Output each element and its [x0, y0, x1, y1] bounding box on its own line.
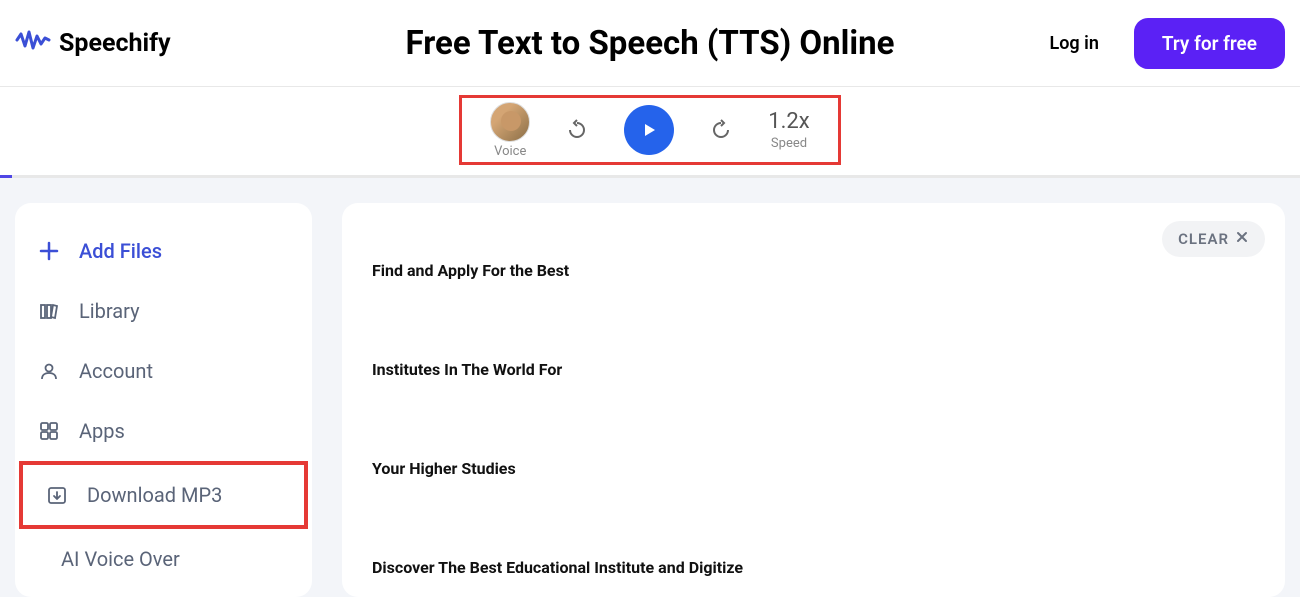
- sidebar-item-label: Library: [79, 299, 140, 323]
- blank-icon: [37, 547, 61, 571]
- speechify-wave-icon: [15, 28, 51, 59]
- clear-button[interactable]: CLEAR: [1162, 221, 1265, 257]
- text-content[interactable]: Find and Apply For the Best Institutes I…: [372, 221, 1255, 577]
- progress-fill: [0, 175, 12, 178]
- sidebar-item-label: Add Files: [79, 239, 162, 263]
- forward-button[interactable]: [706, 115, 736, 145]
- sidebar-item-label: Apps: [79, 419, 125, 443]
- sidebar-item-label: Download MP3: [87, 483, 222, 507]
- player-bar: Voice 1.2x Speed: [0, 87, 1300, 175]
- speed-value: 1.2x: [768, 109, 809, 134]
- text-line: Find and Apply For the Best: [372, 261, 1255, 280]
- rewind-button[interactable]: [562, 115, 592, 145]
- login-link[interactable]: Log in: [1050, 33, 1099, 54]
- speed-label: Speed: [771, 136, 807, 151]
- content-area: Add Files Library Account Apps Download …: [0, 178, 1300, 597]
- sidebar-item-label: AI Voice Over: [61, 547, 180, 571]
- progress-bar[interactable]: [0, 175, 1300, 178]
- sidebar-item-account[interactable]: Account: [15, 341, 312, 401]
- voice-label: Voice: [494, 144, 526, 159]
- sidebar-item-label: Account: [79, 359, 153, 383]
- header-actions: Log in Try for free: [1050, 18, 1285, 69]
- library-icon: [37, 299, 61, 323]
- text-line: Your Higher Studies: [372, 459, 1255, 478]
- sidebar-item-apps[interactable]: Apps: [15, 401, 312, 461]
- logo[interactable]: Speechify: [15, 28, 171, 59]
- play-button[interactable]: [624, 105, 674, 155]
- page-title: Free Text to Speech (TTS) Online: [406, 24, 895, 63]
- clear-label: CLEAR: [1178, 230, 1229, 248]
- download-icon: [45, 483, 69, 507]
- brand-name: Speechify: [59, 29, 171, 58]
- apps-icon: [37, 419, 61, 443]
- main-panel: CLEAR Find and Apply For the Best Instit…: [342, 203, 1285, 597]
- voice-selector[interactable]: Voice: [490, 102, 530, 159]
- speed-control[interactable]: 1.2x Speed: [768, 109, 809, 151]
- text-line: Discover The Best Educational Institute …: [372, 558, 1255, 577]
- try-free-button[interactable]: Try for free: [1134, 18, 1285, 69]
- sidebar-item-download-mp3[interactable]: Download MP3: [19, 461, 308, 529]
- header: Speechify Free Text to Speech (TTS) Onli…: [0, 0, 1300, 87]
- text-line: Institutes In The World For: [372, 360, 1255, 379]
- voice-avatar-icon: [490, 102, 530, 142]
- sidebar-item-add-files[interactable]: Add Files: [15, 221, 312, 281]
- close-icon: [1235, 230, 1249, 248]
- plus-icon: [37, 239, 61, 263]
- sidebar: Add Files Library Account Apps Download …: [15, 203, 312, 597]
- account-icon: [37, 359, 61, 383]
- sidebar-item-library[interactable]: Library: [15, 281, 312, 341]
- sidebar-item-ai-voice-over[interactable]: AI Voice Over: [15, 529, 312, 589]
- player-controls: Voice 1.2x Speed: [459, 95, 840, 165]
